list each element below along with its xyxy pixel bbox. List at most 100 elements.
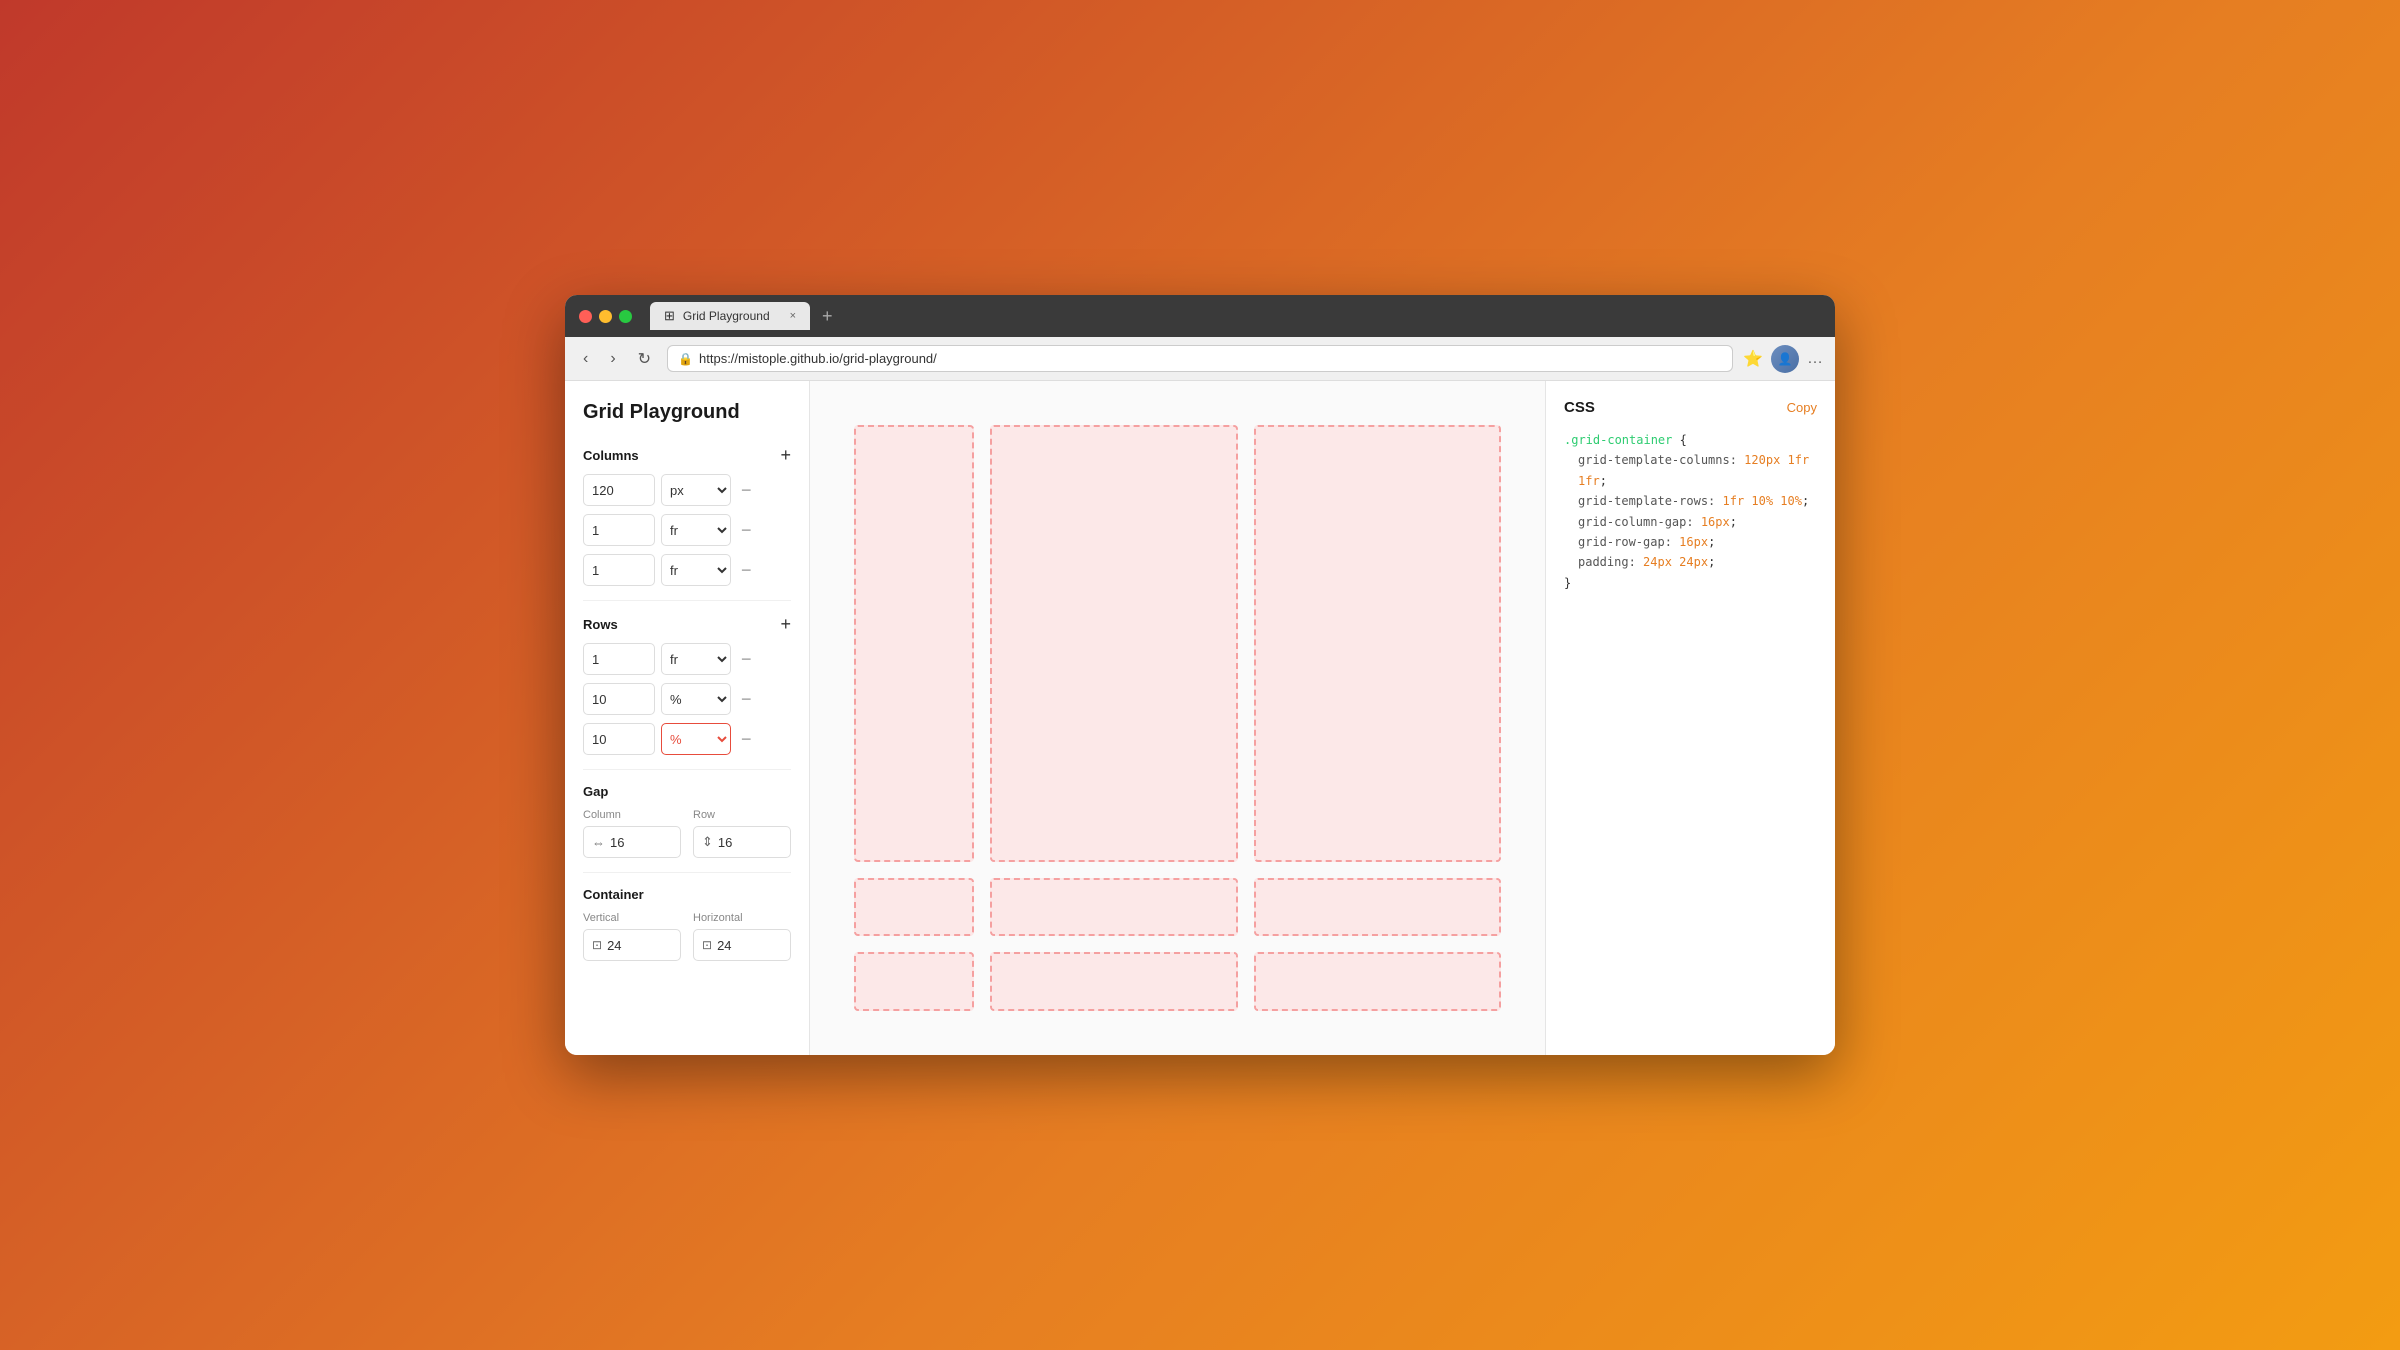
container-horizontal-input[interactable]: ⊡ 24 xyxy=(693,929,791,961)
css-prop-padding: padding: 24px 24px; xyxy=(1564,552,1817,572)
remove-column-2-button[interactable]: − xyxy=(737,560,756,581)
css-close-brace-line: } xyxy=(1564,573,1817,593)
new-tab-button[interactable]: + xyxy=(822,306,833,327)
copy-css-button[interactable]: Copy xyxy=(1787,400,1817,415)
columns-label: Columns xyxy=(583,448,639,463)
gap-column-group: Column ⇔ 16 xyxy=(583,809,681,858)
css-panel: CSS Copy .grid-container { grid-template… xyxy=(1545,381,1835,1055)
gap-row-value: 16 xyxy=(718,835,732,850)
css-prop-semicolon-columns: ; xyxy=(1600,474,1607,488)
maximize-dot[interactable] xyxy=(619,310,632,323)
css-selector-line: .grid-container { xyxy=(1564,430,1817,450)
grid-cell-3 xyxy=(854,878,974,937)
add-row-button[interactable]: + xyxy=(780,615,791,633)
column-2-value[interactable] xyxy=(583,554,655,586)
row-row-1: px fr % − xyxy=(583,683,791,715)
minimize-dot[interactable] xyxy=(599,310,612,323)
css-prop-col-gap: grid-column-gap: 16px; xyxy=(1564,512,1817,532)
grid-cell-6 xyxy=(854,952,974,1011)
forward-button[interactable]: › xyxy=(604,346,621,372)
container-label: Container xyxy=(583,887,644,902)
close-dot[interactable] xyxy=(579,310,592,323)
remove-row-0-button[interactable]: − xyxy=(737,649,756,670)
css-prop-value-padding: 24px 24px xyxy=(1643,555,1708,569)
row-gap-icon: ⇕ xyxy=(702,834,713,850)
row-0-value[interactable] xyxy=(583,643,655,675)
gap-section: Gap Column ⇔ 16 Row ⇕ 16 xyxy=(583,784,791,858)
rows-section-header: Rows + xyxy=(583,615,791,633)
add-column-button[interactable]: + xyxy=(780,446,791,464)
column-1-value[interactable] xyxy=(583,514,655,546)
css-close-brace: } xyxy=(1564,576,1571,590)
container-horizontal-label: Horizontal xyxy=(693,912,791,924)
remove-column-1-button[interactable]: − xyxy=(737,520,756,541)
lock-icon: 🔒 xyxy=(678,352,693,366)
rows-label: Rows xyxy=(583,617,618,632)
css-open-brace: { xyxy=(1680,433,1687,447)
tab-close-button[interactable]: × xyxy=(790,310,796,322)
remove-column-0-button[interactable]: − xyxy=(737,480,756,501)
url-text: https://mistople.github.io/grid-playgrou… xyxy=(699,351,937,366)
back-button[interactable]: ‹ xyxy=(577,346,594,372)
panel-title: Grid Playground xyxy=(583,401,791,424)
address-actions: ⭐ 👤 … xyxy=(1743,345,1823,373)
refresh-button[interactable]: ↻ xyxy=(632,345,657,373)
grid-cell-1 xyxy=(990,425,1238,862)
css-prop-name-col-gap: grid-column-gap: xyxy=(1578,515,1701,529)
grid-cell-5 xyxy=(1254,878,1502,937)
css-prop-row-gap: grid-row-gap: 16px; xyxy=(1564,532,1817,552)
css-prop-value-col-gap: 16px xyxy=(1701,515,1730,529)
more-button[interactable]: … xyxy=(1807,345,1823,373)
active-tab[interactable]: ⊞ Grid Playground × xyxy=(650,302,810,330)
css-prop-semicolon-rows: ; xyxy=(1802,494,1809,508)
column-0-value[interactable] xyxy=(583,474,655,506)
column-1-unit[interactable]: px fr % xyxy=(661,514,731,546)
column-gap-icon: ⇔ xyxy=(592,835,605,850)
columns-section-header: Columns + xyxy=(583,446,791,464)
css-prop-semicolon-padding: ; xyxy=(1708,555,1715,569)
gap-label: Gap xyxy=(583,784,608,799)
row-row-0: px fr % − xyxy=(583,643,791,675)
container-vertical-group: Vertical ⊡ 24 xyxy=(583,912,681,961)
container-vertical-input[interactable]: ⊡ 24 xyxy=(583,929,681,961)
css-prop-name-padding: padding: xyxy=(1578,555,1643,569)
css-panel-title: CSS xyxy=(1564,399,1595,416)
row-row-2: px fr % − xyxy=(583,723,791,755)
remove-row-1-button[interactable]: − xyxy=(737,689,756,710)
gap-row-input[interactable]: ⇕ 16 xyxy=(693,826,791,858)
container-vertical-label: Vertical xyxy=(583,912,681,924)
grid-cell-4 xyxy=(990,878,1238,937)
row-0-unit[interactable]: px fr % xyxy=(661,643,731,675)
gap-row-label: Row xyxy=(693,809,791,821)
column-2-unit[interactable]: px fr % xyxy=(661,554,731,586)
gap-row-group: Row ⇕ 16 xyxy=(693,809,791,858)
row-1-value[interactable] xyxy=(583,683,655,715)
gap-row: Column ⇔ 16 Row ⇕ 16 xyxy=(583,809,791,858)
left-panel: Grid Playground Columns + px fr % − px xyxy=(565,381,810,1055)
traffic-lights xyxy=(579,310,632,323)
css-prop-value-rows: 1fr 10% 10% xyxy=(1723,494,1802,508)
column-0-unit[interactable]: px fr % xyxy=(661,474,731,506)
tab-title: Grid Playground xyxy=(683,309,770,323)
css-prop-rows: grid-template-rows: 1fr 10% 10%; xyxy=(1564,491,1817,511)
row-2-unit[interactable]: px fr % xyxy=(661,723,731,755)
address-bar: ‹ › ↻ 🔒 https://mistople.github.io/grid-… xyxy=(565,337,1835,381)
browser-window: ⊞ Grid Playground × + ‹ › ↻ 🔒 https://mi… xyxy=(565,295,1835,1055)
url-bar[interactable]: 🔒 https://mistople.github.io/grid-playgr… xyxy=(667,345,1733,372)
grid-area xyxy=(810,381,1545,1055)
avatar: 👤 xyxy=(1771,345,1799,373)
app-content: Grid Playground Columns + px fr % − px xyxy=(565,381,1835,1055)
tab-icon: ⊞ xyxy=(664,308,675,324)
css-prop-name-row-gap: grid-row-gap: xyxy=(1578,535,1679,549)
gap-column-input[interactable]: ⇔ 16 xyxy=(583,826,681,858)
remove-row-2-button[interactable]: − xyxy=(737,729,756,750)
vertical-padding-icon: ⊡ xyxy=(592,938,602,952)
extensions-button[interactable]: ⭐ xyxy=(1743,345,1763,373)
row-2-value[interactable] xyxy=(583,723,655,755)
grid-cell-0 xyxy=(854,425,974,862)
gap-column-value: 16 xyxy=(610,835,624,850)
row-1-unit[interactable]: px fr % xyxy=(661,683,731,715)
container-horizontal-value: 24 xyxy=(717,938,731,953)
container-section-header: Container xyxy=(583,887,791,902)
container-horizontal-group: Horizontal ⊡ 24 xyxy=(693,912,791,961)
